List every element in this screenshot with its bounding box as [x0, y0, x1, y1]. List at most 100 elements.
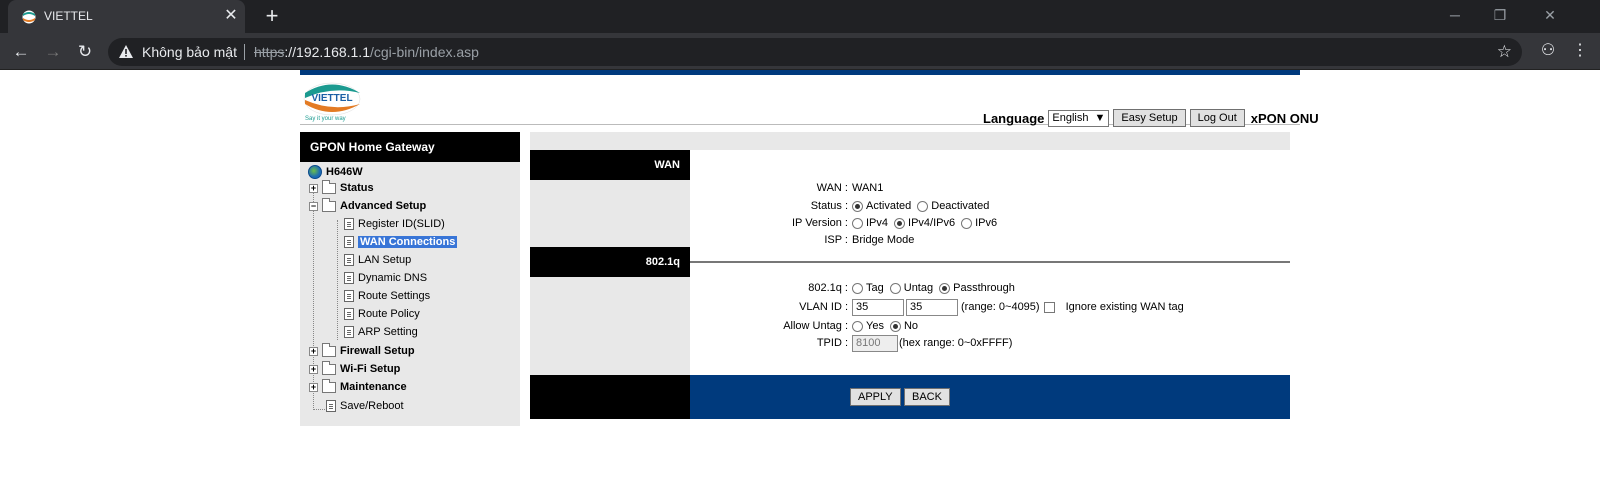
url-host: ://192.168.1.1: [284, 44, 370, 60]
tree-connector: [313, 409, 325, 410]
folder-open-icon: [322, 197, 336, 212]
sidebar-item-route-settings[interactable]: Route Settings: [344, 290, 430, 302]
sidebar-item-label: Register ID(SLID): [358, 218, 445, 230]
warning-icon: [119, 45, 133, 58]
wan-value: WAN1: [852, 182, 884, 194]
ipv4-label: IPv4: [866, 217, 889, 229]
document-icon: [344, 218, 354, 230]
sidebar-item-maintenance[interactable]: + Maintenance: [309, 378, 407, 393]
vlan-id-input[interactable]: 35: [852, 298, 904, 316]
address-bar[interactable]: Không bảo mật https://192.168.1.1/cgi-bi…: [108, 38, 1522, 66]
sidebar-item-register-id[interactable]: Register ID(SLID): [344, 218, 445, 230]
status-label: Status :: [810, 200, 848, 212]
ipv6-label: IPv6: [975, 217, 998, 229]
section-divider: [690, 261, 1290, 263]
menu-kebab-icon[interactable]: ⋮: [1568, 40, 1592, 60]
back-button[interactable]: BACK: [904, 388, 950, 406]
sidebar-item-firewall-setup[interactable]: + Firewall Setup: [309, 342, 415, 357]
allow-untag-label: Allow Untag :: [783, 320, 848, 332]
main-content: WAN WAN : WAN1 Status : Activated Deacti…: [530, 132, 1290, 419]
ipv4-radio[interactable]: [852, 217, 863, 229]
restore-icon[interactable]: ❐: [1485, 4, 1515, 26]
ipv6-radio[interactable]: [961, 217, 973, 229]
viettel-logo: VIETTEL Say it your way: [303, 82, 361, 122]
expand-plus-icon[interactable]: +: [309, 382, 318, 392]
sidebar-item-save-reboot[interactable]: Save/Reboot: [326, 400, 404, 412]
tag-label: Tag: [866, 282, 884, 294]
sidebar-item-dynamic-dns[interactable]: Dynamic DNS: [344, 272, 427, 284]
ipv4-ipv6-radio[interactable]: [894, 217, 906, 229]
reload-icon[interactable]: ↻: [72, 39, 98, 65]
document-icon: [344, 308, 354, 320]
logo-slogan: Say it your way: [305, 116, 346, 122]
footer-left: [530, 375, 690, 419]
isp-value: Bridge Mode: [852, 234, 915, 246]
expand-plus-icon[interactable]: +: [309, 346, 318, 356]
allow-untag-yes-radio[interactable]: [852, 320, 863, 332]
folder-icon: [322, 342, 336, 357]
sidebar-item-wan-connections[interactable]: WAN Connections: [344, 236, 458, 248]
close-tab-icon[interactable]: ✕: [222, 6, 240, 26]
expand-plus-icon[interactable]: +: [309, 364, 318, 374]
new-tab-icon[interactable]: +: [260, 4, 284, 28]
close-window-icon[interactable]: ✕: [1535, 4, 1565, 26]
sidebar-item-wifi-setup[interactable]: + Wi-Fi Setup: [309, 360, 400, 375]
folder-icon: [322, 179, 336, 194]
tag-radio[interactable]: [852, 282, 863, 294]
footer-actions: APPLY BACK: [690, 375, 1290, 419]
status-options: Activated Deactivated: [852, 200, 989, 212]
sidebar-item-label: Dynamic DNS: [358, 272, 428, 284]
browser-tab[interactable]: VIETTEL ✕: [8, 0, 245, 33]
document-icon: [344, 326, 354, 338]
sidebar-item-label: WAN Connections: [358, 236, 458, 248]
sidebar-item-status[interactable]: + Status: [309, 179, 374, 194]
easy-setup-button[interactable]: Easy Setup: [1113, 109, 1186, 127]
ignore-wan-tag-label: Ignore existing WAN tag: [1065, 301, 1184, 313]
status-activated-radio[interactable]: [852, 200, 863, 212]
tpid-input[interactable]: 8100: [852, 334, 898, 352]
tab-title: VIETTEL: [44, 9, 93, 23]
viettel-favicon-icon: [22, 10, 36, 24]
ip-version-options: IPv4 IPv4/IPv6 IPv6: [852, 217, 997, 229]
allow-untag-no-radio[interactable]: [889, 320, 901, 332]
sidebar-item-arp-setting[interactable]: ARP Setting: [344, 326, 418, 338]
folder-icon: [322, 378, 336, 393]
nav-root-label: H646W: [326, 166, 363, 178]
isp-row: ISP : Bridge Mode: [690, 232, 1290, 248]
back-arrow-icon[interactable]: ←: [8, 39, 34, 65]
untag-radio[interactable]: [889, 282, 901, 294]
apply-button[interactable]: APPLY: [850, 388, 901, 406]
status-row: Status : Activated Deactivated: [690, 197, 1290, 215]
wan-label: WAN :: [816, 182, 848, 194]
tpid-range-text: (hex range: 0~0xFFFF): [899, 337, 1013, 349]
allow-untag-yes-label: Yes: [866, 320, 884, 332]
vlan-id-input-2[interactable]: 35: [906, 298, 958, 316]
language-select[interactable]: English ▼: [1048, 109, 1110, 127]
nav-root[interactable]: H646W: [308, 165, 363, 179]
url-text[interactable]: https://192.168.1.1/cgi-bin/index.asp: [254, 44, 479, 60]
sidebar-item-lan-setup[interactable]: LAN Setup: [344, 254, 411, 266]
folder-icon: [322, 360, 336, 375]
forward-arrow-icon[interactable]: →: [40, 39, 66, 65]
section-title-8021q: 802.1q: [530, 247, 690, 277]
expand-plus-icon[interactable]: +: [309, 183, 318, 193]
minimize-icon[interactable]: ─: [1440, 4, 1470, 26]
log-out-button[interactable]: Log Out: [1189, 109, 1245, 127]
incognito-icon[interactable]: ⚇: [1536, 40, 1560, 60]
status-deactivated-radio[interactable]: [917, 200, 929, 212]
passthrough-label: Passthrough: [953, 282, 1015, 294]
url-path: /cgi-bin/index.asp: [370, 44, 479, 60]
sidebar-item-label: LAN Setup: [358, 254, 412, 266]
browser-tab-bar: VIETTEL ✕ + ─ ❐ ✕: [0, 0, 1600, 33]
passthrough-radio[interactable]: [939, 282, 951, 294]
sidebar-item-route-policy[interactable]: Route Policy: [344, 308, 420, 320]
product-label: xPON ONU: [1250, 110, 1319, 126]
section-title-wan: WAN: [530, 150, 690, 180]
ignore-wan-tag-checkbox[interactable]: [1043, 301, 1055, 313]
tpid-controls: 8100 (hex range: 0~0xFFFF): [852, 334, 1013, 352]
bookmark-star-icon[interactable]: ☆: [1497, 42, 1512, 62]
collapse-minus-icon[interactable]: −: [309, 201, 318, 211]
content-top-band: [530, 132, 1290, 150]
sidebar-item-label: Route Settings: [358, 290, 431, 302]
sidebar-item-advanced-setup[interactable]: − Advanced Setup: [309, 197, 426, 212]
